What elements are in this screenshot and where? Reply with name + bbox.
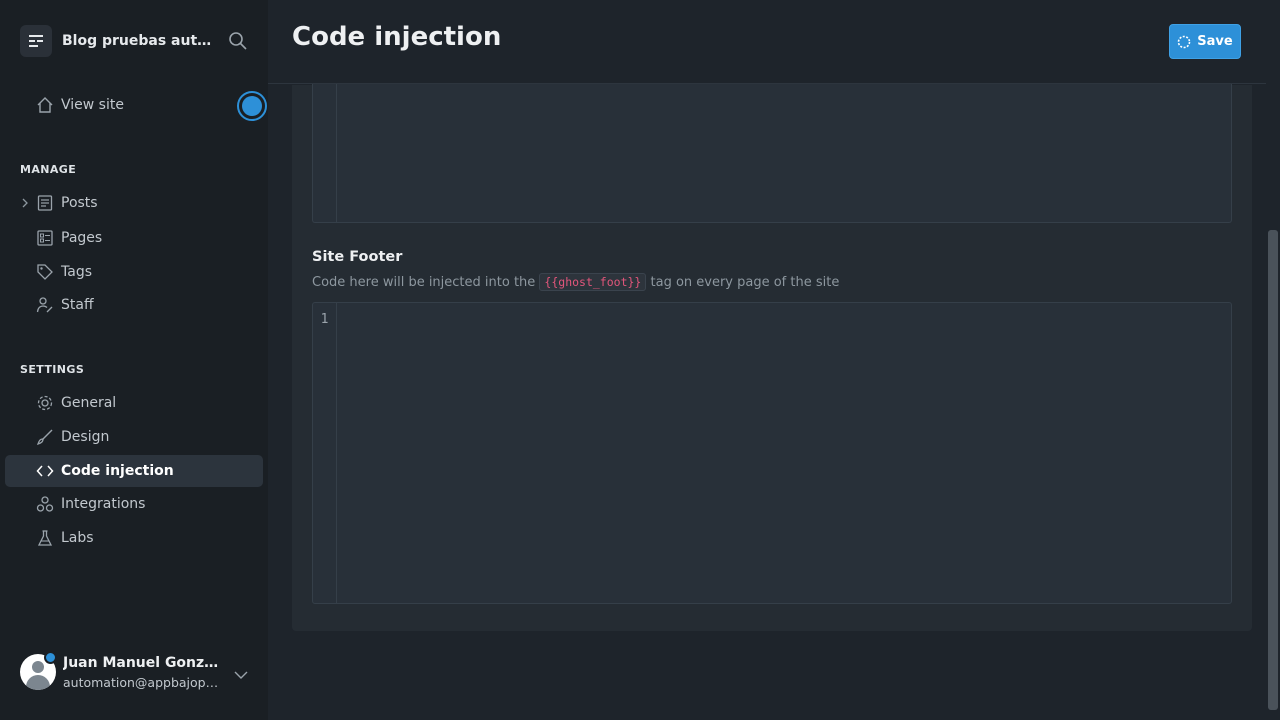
- integrations-icon: [36, 495, 54, 513]
- sidebar-item-label: Code injection: [61, 463, 174, 479]
- flask-icon: [36, 529, 54, 547]
- notification-badge: [44, 651, 57, 664]
- line-gutter: 1: [313, 303, 337, 603]
- tag-icon: [36, 263, 54, 281]
- save-button[interactable]: Save: [1169, 24, 1241, 59]
- chevron-down-icon[interactable]: [234, 665, 248, 679]
- description-text: tag on every page of the site: [650, 275, 840, 290]
- sidebar-item-label: Design: [61, 429, 110, 445]
- sidebar-item-code-injection[interactable]: Code injection: [5, 455, 263, 487]
- user-email: automation@appbajopru...: [63, 674, 223, 690]
- pages-icon: [36, 229, 54, 247]
- sidebar-item-label: Tags: [61, 264, 92, 280]
- gear-icon: [36, 394, 54, 412]
- page-title: Code injection: [292, 22, 502, 52]
- sidebar-item-design[interactable]: Design: [5, 421, 263, 453]
- view-site-indicator[interactable]: [237, 91, 267, 121]
- sidebar-item-staff[interactable]: Staff: [5, 289, 263, 321]
- site-logo-icon[interactable]: [20, 25, 52, 57]
- description-text: Code here will be injected into the: [312, 275, 536, 290]
- sidebar-item-pages[interactable]: Pages: [5, 222, 263, 254]
- ghost-foot-tag: {{ghost_foot}}: [539, 273, 647, 291]
- site-footer-description: Code here will be injected into the {{gh…: [312, 273, 840, 291]
- scrollbar-thumb[interactable]: [1268, 230, 1278, 710]
- sidebar-item-view-site[interactable]: View site: [5, 89, 263, 121]
- site-footer-code-editor[interactable]: 1: [312, 302, 1232, 604]
- sidebar-item-posts[interactable]: Posts: [5, 187, 263, 219]
- user-name: Juan Manuel Gonzále...: [63, 654, 223, 671]
- site-title[interactable]: Blog pruebas auto...: [62, 33, 212, 49]
- search-icon[interactable]: [228, 31, 248, 51]
- line-gutter: [313, 84, 337, 222]
- brand: Blog pruebas auto...: [20, 24, 252, 58]
- sidebar-item-labs[interactable]: Labs: [5, 522, 263, 554]
- manage-heading: MANAGE: [20, 163, 77, 176]
- sidebar-item-integrations[interactable]: Integrations: [5, 488, 263, 520]
- settings-heading: SETTINGS: [20, 363, 85, 376]
- posts-icon: [36, 194, 54, 212]
- sidebar-item-label: Staff: [61, 297, 94, 313]
- staff-icon: [36, 296, 54, 314]
- chevron-right-icon[interactable]: [20, 197, 30, 209]
- save-button-label: Save: [1197, 34, 1233, 49]
- sidebar-item-tags[interactable]: Tags: [5, 256, 263, 288]
- page-header: Code injection Save: [268, 0, 1266, 84]
- brush-icon: [36, 428, 54, 446]
- spinner-icon: [1177, 35, 1191, 49]
- sidebar-item-label: Integrations: [61, 496, 146, 512]
- line-number: 1: [320, 312, 329, 327]
- sidebar-item-label: View site: [61, 97, 124, 113]
- sidebar-item-label: Labs: [61, 530, 94, 546]
- sidebar-item-label: General: [61, 395, 117, 411]
- code-icon: [36, 462, 54, 480]
- sidebar: Blog pruebas auto... View site MANAGE Po…: [0, 0, 268, 720]
- site-footer-title: Site Footer: [312, 249, 403, 265]
- home-icon: [36, 96, 54, 114]
- sidebar-item-label: Pages: [61, 230, 103, 246]
- sidebar-item-label: Posts: [61, 195, 98, 211]
- sidebar-item-general[interactable]: General: [5, 387, 263, 419]
- site-header-code-editor[interactable]: [312, 84, 1232, 223]
